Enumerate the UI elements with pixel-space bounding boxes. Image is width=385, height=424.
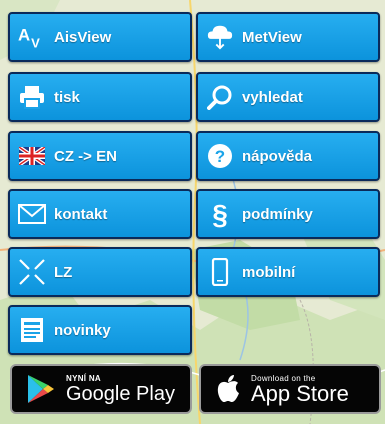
podminky-label: podmínky [242,205,313,223]
tisk-label: tisk [54,88,80,106]
google-play-text: Google Play [66,382,175,405]
novinky-label: novinky [54,321,111,339]
svg-text:?: ? [215,147,225,166]
flag-icon [18,142,46,170]
search-icon [206,83,234,111]
help-icon: ? [206,142,234,170]
napoveda-label: nápověda [242,147,313,165]
aisview-button[interactable]: AV AisView [8,12,192,62]
app-store-badge[interactable]: Download on the App Store [199,364,381,414]
metview-label: MetView [242,28,302,46]
novinky-button[interactable]: novinky [8,305,192,355]
vyhledat-label: vyhledat [242,88,303,106]
svg-text:A: A [18,26,30,45]
app-store-text: App Store [251,380,349,406]
section-sign-icon: § [206,200,234,228]
lz-button[interactable]: LZ [8,247,192,297]
printer-icon [18,83,46,111]
svg-text:V: V [31,35,40,50]
podminky-button[interactable]: § podmínky [196,189,380,239]
weather-cloud-icon [206,23,234,51]
google-play-icon [26,373,56,405]
kontakt-button[interactable]: kontakt [8,189,192,239]
google-play-badge[interactable]: NYNÍ NA Google Play [10,364,192,414]
language-button[interactable]: CZ -> EN [8,131,192,181]
aisview-label: AisView [54,28,112,46]
napoveda-button[interactable]: ? nápověda [196,131,380,181]
apple-icon [215,374,241,404]
google-play-small-text: NYNÍ NA [66,373,101,383]
lz-label: LZ [54,263,73,281]
envelope-icon [18,200,46,228]
mobile-phone-icon [206,258,234,286]
mobilni-label: mobilní [242,263,296,281]
kontakt-label: kontakt [54,205,108,223]
vyhledat-button[interactable]: vyhledat [196,72,380,122]
language-label: CZ -> EN [54,147,117,165]
tisk-button[interactable]: tisk [8,72,192,122]
runway-icon [18,258,46,286]
aisview-icon: AV [18,23,46,51]
metview-button[interactable]: MetView [196,12,380,62]
svg-text:§: § [212,200,228,228]
news-icon [18,316,46,344]
mobilni-button[interactable]: mobilní [196,247,380,297]
